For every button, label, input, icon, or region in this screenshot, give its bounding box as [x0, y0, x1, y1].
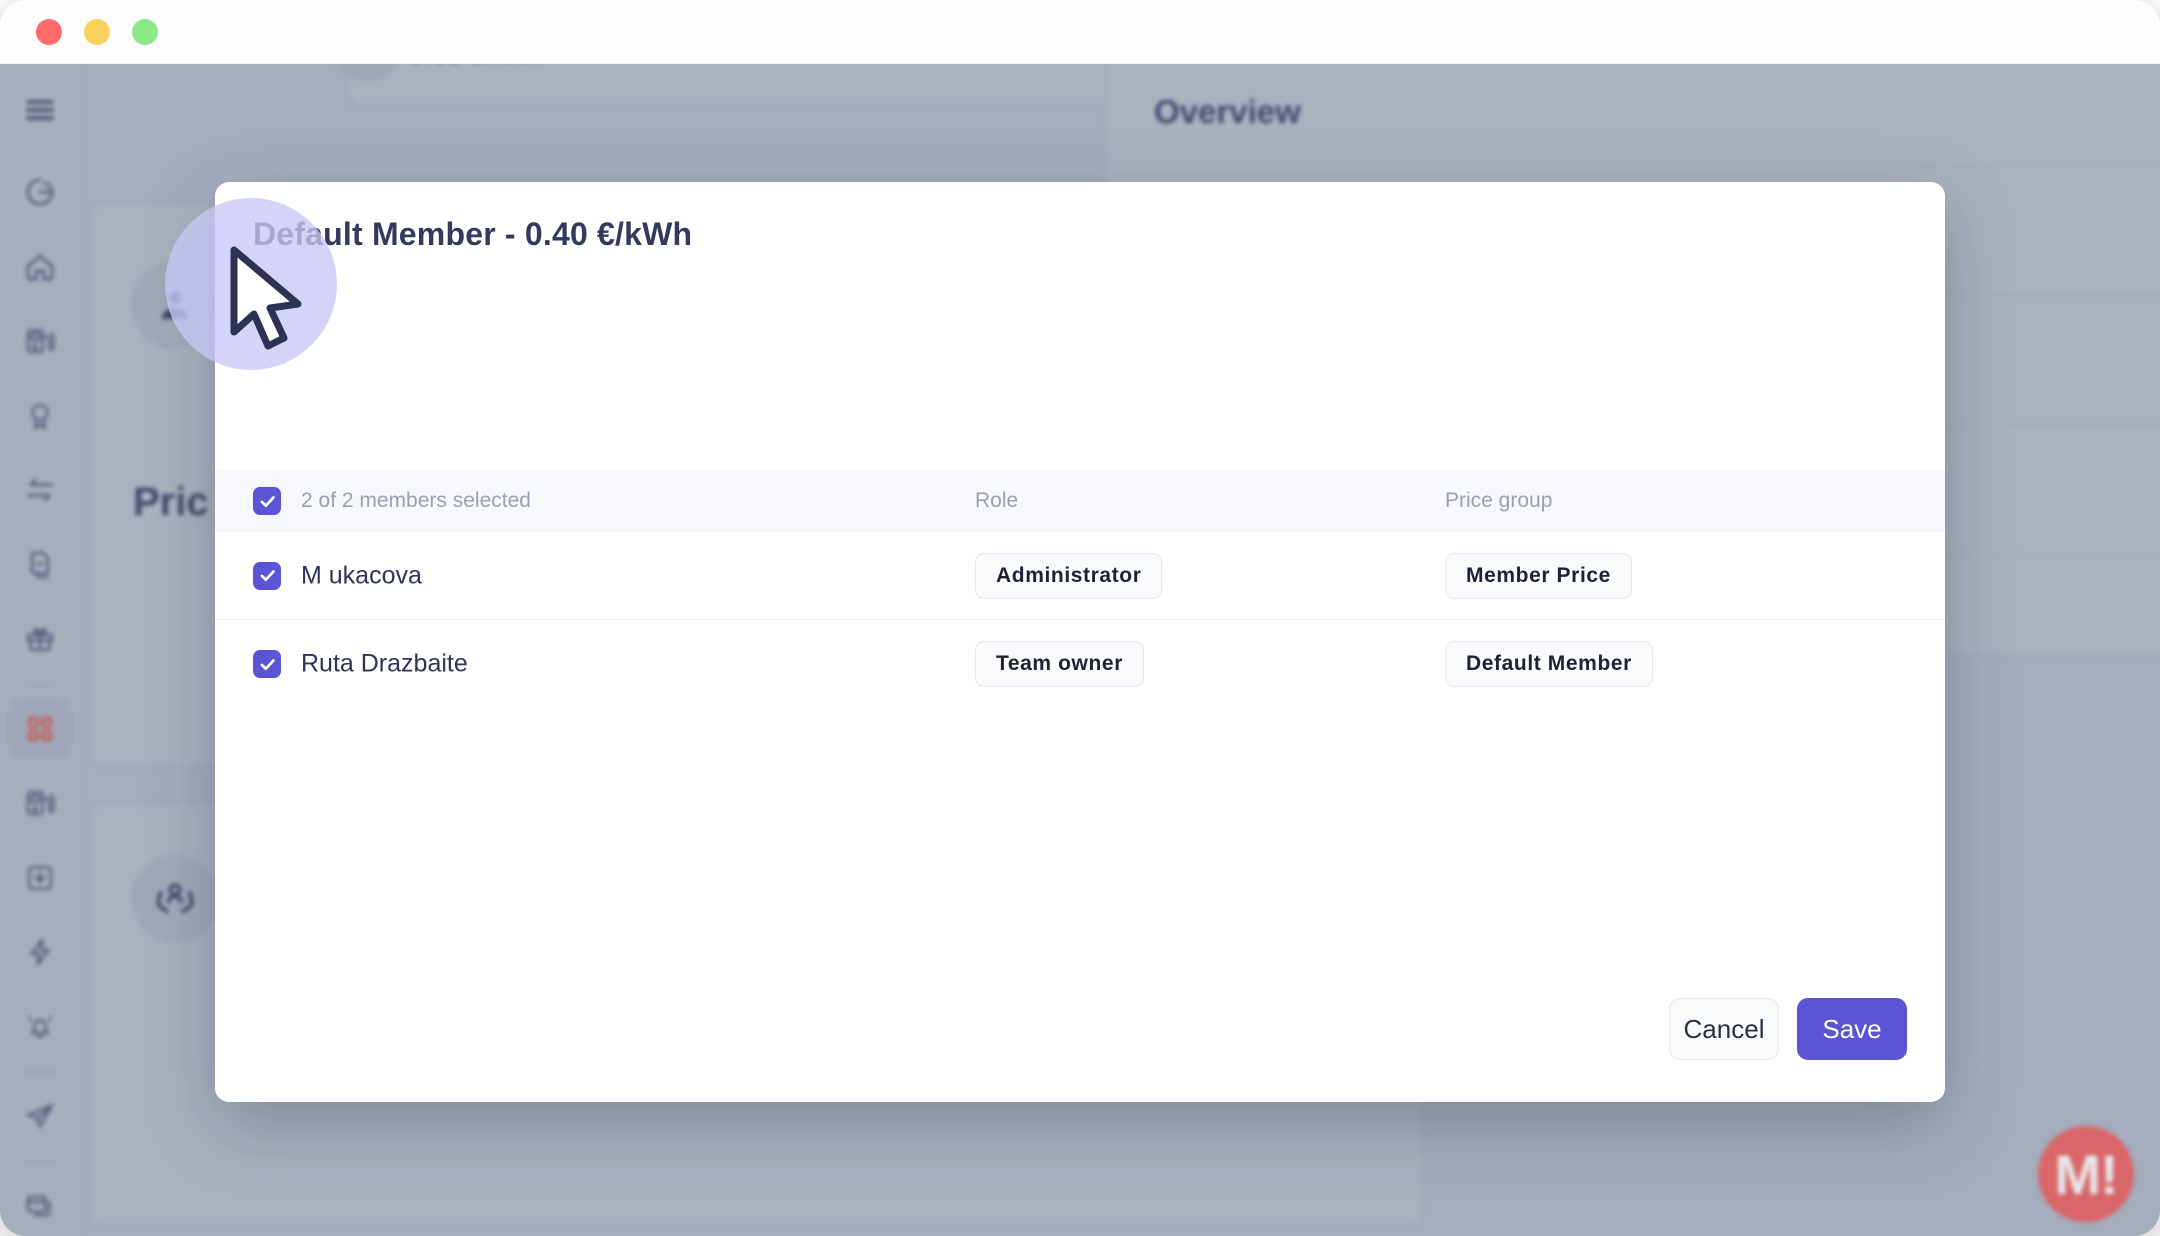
cancel-button[interactable]: Cancel: [1669, 998, 1779, 1060]
select-all-label: 2 of 2 members selected: [301, 489, 531, 512]
member-name: Ruta Drazbaite: [301, 649, 468, 678]
price-group-chip[interactable]: Default Member: [1445, 641, 1653, 687]
zoom-button[interactable]: [132, 18, 158, 45]
role-chip[interactable]: Administrator: [975, 552, 1163, 599]
members-modal: Default Member - 0.40 €/kWh 2 of 2 membe…: [215, 182, 1945, 1102]
close-button[interactable]: [36, 18, 62, 45]
table-row[interactable]: Ruta Drazbaite Team owner Default Member: [215, 620, 1945, 708]
price-group-chip[interactable]: Member Price: [1445, 552, 1632, 599]
app-window: 0.00 €/kWh Edit Pric: [0, 0, 2160, 1236]
role-chip[interactable]: Team owner: [975, 641, 1144, 687]
column-header-role: Role: [975, 489, 1019, 512]
checkbox-checked-icon: [253, 487, 281, 515]
save-button[interactable]: Save: [1797, 998, 1907, 1060]
minimize-button[interactable]: [84, 18, 110, 45]
table-row[interactable]: M ukacova Administrator Member Price: [215, 532, 1945, 620]
checkbox-checked-icon: [253, 561, 281, 590]
column-header-price-group: Price group: [1445, 489, 1553, 512]
member-name: M ukacova: [301, 561, 422, 589]
modal-title: Default Member - 0.40 €/kWh: [253, 216, 693, 252]
checkbox-checked-icon: [253, 650, 281, 678]
row-checkbox[interactable]: [253, 650, 281, 678]
window-titlebar: [0, 0, 2160, 64]
modal-footer: Cancel Save: [1669, 998, 1907, 1060]
row-checkbox[interactable]: [253, 561, 281, 590]
table-header: 2 of 2 members selected Role Price group: [215, 470, 1945, 532]
select-all-checkbox[interactable]: [253, 487, 281, 515]
